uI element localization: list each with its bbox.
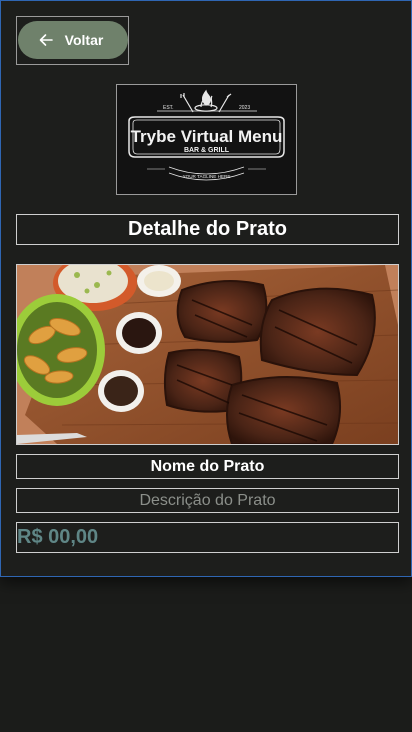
back-button[interactable]: Voltar — [18, 21, 128, 59]
logo-year: 2023 — [239, 105, 250, 111]
back-button-wrapper: Voltar — [16, 16, 129, 65]
restaurant-logo: EST. 2023 Trybe Virtual Menu BAR & GRILL… — [116, 84, 297, 195]
arrow-left-icon — [39, 33, 53, 47]
dish-name: Nome do Prato — [16, 454, 399, 479]
screen: Voltar EST. 2023 Trybe Virtual Menu BAR … — [0, 0, 412, 732]
dish-price: R$ 00,00 — [16, 522, 399, 553]
logo-tagline: YOUR TAGLINE HERE — [183, 174, 231, 179]
dish-detail-panel: Voltar EST. 2023 Trybe Virtual Menu BAR … — [0, 0, 412, 577]
dish-photo — [16, 264, 399, 445]
dish-description: Descrição do Prato — [16, 488, 399, 513]
logo-brand: Trybe Virtual Menu — [131, 127, 283, 146]
logo-est: EST. — [163, 105, 174, 111]
logo-subtitle: BAR & GRILL — [184, 147, 230, 154]
back-button-label: Voltar — [64, 32, 104, 48]
page-title: Detalhe do Prato — [16, 214, 399, 245]
